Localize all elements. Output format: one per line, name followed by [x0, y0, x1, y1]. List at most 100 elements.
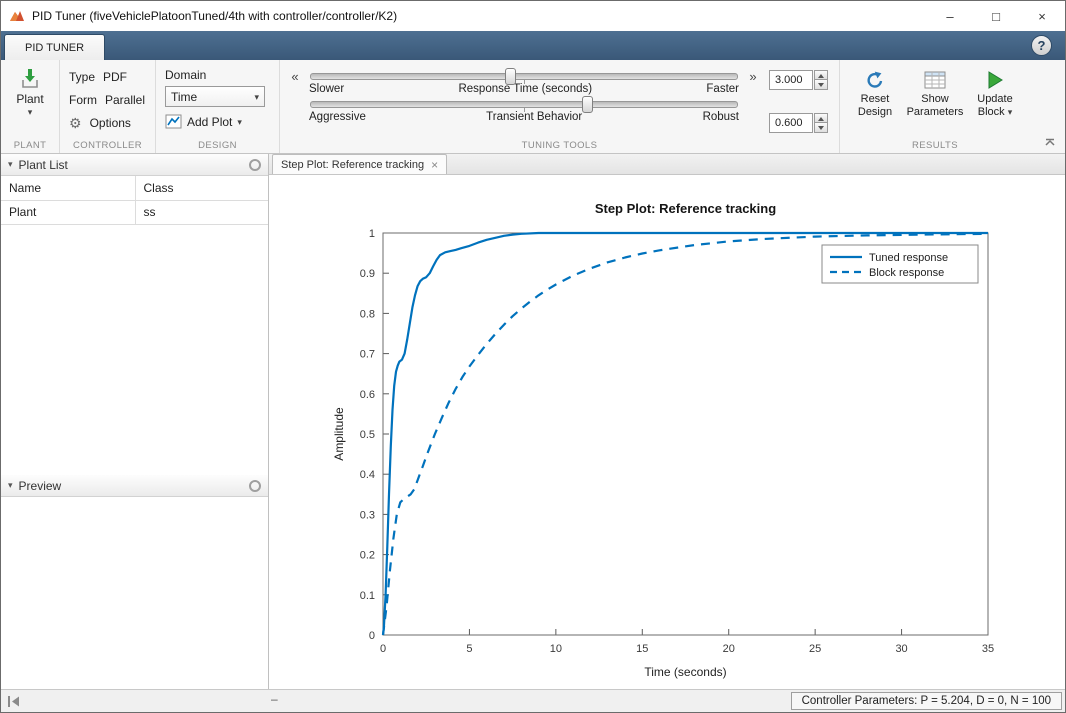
slider-range-left-button[interactable]: « — [287, 65, 303, 84]
slider-range-right-button[interactable]: » — [745, 65, 761, 84]
response-time-slider-labels: Slower Response Time (seconds) Faster — [307, 83, 741, 95]
domain-select[interactable]: Time ▾ — [165, 86, 265, 107]
plant-list-title: Plant List — [19, 158, 249, 172]
response-time-slider[interactable]: Slower Response Time (seconds) Faster — [307, 73, 741, 95]
chart-area: Step Plot: Reference tracking05101520253… — [269, 175, 1065, 689]
aggressive-label: Aggressive — [309, 111, 366, 123]
add-plot-label: Add Plot — [187, 115, 232, 129]
svg-text:30: 30 — [895, 643, 907, 655]
svg-text:0: 0 — [369, 630, 375, 642]
spinner-up-icon[interactable] — [814, 70, 828, 80]
document-tabbar: Step Plot: Reference tracking × — [269, 154, 1065, 175]
plant-import-icon — [18, 68, 42, 90]
svg-text:0.1: 0.1 — [360, 590, 375, 602]
gear-icon: ⚙ — [69, 116, 82, 130]
minimize-button[interactable]: – — [927, 1, 973, 31]
svg-text:25: 25 — [809, 643, 821, 655]
plant-list-header[interactable]: ▾ Plant List — [1, 154, 268, 176]
chevron-down-icon: ▾ — [254, 93, 259, 101]
transient-behavior-label: Transient Behavior — [366, 111, 703, 123]
svg-text:Step Plot: Reference tracking: Step Plot: Reference tracking — [595, 201, 776, 216]
controller-parameters-readout: Controller Parameters: P = 5.204, D = 0,… — [791, 692, 1062, 710]
svg-text:20: 20 — [723, 643, 735, 655]
svg-text:5: 5 — [466, 643, 472, 655]
panel-options-icon[interactable] — [249, 480, 261, 492]
plant-name-cell[interactable]: Plant — [1, 200, 135, 224]
svg-text:0.8: 0.8 — [360, 308, 375, 320]
window-controls: – □ × — [927, 1, 1065, 31]
faster-label: Faster — [706, 83, 739, 95]
reset-design-label: Reset Design — [847, 93, 903, 119]
main-area: ▾ Plant List Name Class Plant ss ▾ Previ… — [1, 154, 1065, 689]
response-time-slider-handle[interactable] — [505, 68, 516, 85]
response-time-label: Response Time (seconds) — [344, 83, 706, 95]
maximize-button[interactable]: □ — [973, 1, 1019, 31]
options-label: Options — [90, 116, 131, 130]
collapse-panel-icon[interactable] — [7, 695, 22, 708]
close-button[interactable]: × — [1019, 1, 1065, 31]
controller-type-dropdown[interactable]: Type PDF — [67, 65, 148, 88]
domain-value: Time — [171, 90, 197, 104]
options-button[interactable]: ⚙ Options — [67, 111, 148, 134]
close-icon[interactable]: × — [431, 158, 438, 172]
plot-panel: Step Plot: Reference tracking × Step Plo… — [269, 154, 1065, 689]
spinner-up-icon[interactable] — [814, 113, 828, 123]
type-value: PDF — [103, 70, 127, 84]
splitter-grip[interactable]: – — [271, 692, 278, 706]
update-block-button[interactable]: Update Block ▾ — [967, 68, 1023, 119]
collapse-triangle-icon[interactable]: ▾ — [8, 159, 13, 170]
section-label-results: RESULTS — [840, 140, 1030, 151]
plant-class-cell[interactable]: ss — [135, 200, 268, 224]
svg-text:35: 35 — [982, 643, 994, 655]
spinner-down-icon[interactable] — [814, 123, 828, 133]
panel-options-icon[interactable] — [249, 159, 261, 171]
reset-design-button[interactable]: Reset Design — [847, 68, 903, 119]
collapse-ribbon-icon[interactable] — [1043, 138, 1057, 147]
window-title: PID Tuner (fiveVehiclePlatoonTuned/4th w… — [32, 9, 927, 23]
transient-behavior-slider-handle[interactable] — [582, 96, 593, 113]
chevron-down-icon: ▾ — [1008, 107, 1013, 117]
svg-text:0.4: 0.4 — [360, 469, 375, 481]
plant-list-table: Name Class Plant ss — [1, 176, 268, 225]
section-label-controller: CONTROLLER — [60, 140, 155, 151]
response-time-slider-track[interactable] — [310, 73, 738, 80]
transient-behavior-value-field[interactable]: 0.600 — [769, 113, 813, 133]
response-time-value-field[interactable]: 3.000 — [769, 70, 813, 90]
transient-behavior-slider[interactable]: Aggressive Transient Behavior Robust — [307, 101, 741, 123]
tab-step-plot[interactable]: Step Plot: Reference tracking × — [272, 154, 447, 174]
svg-text:Amplitude: Amplitude — [332, 407, 346, 461]
section-tuning-tools: « Slower Response Time (seconds) Faster — [279, 60, 839, 153]
plant-list-header-row: Name Class — [1, 176, 268, 200]
title-bar: PID Tuner (fiveVehiclePlatoonTuned/4th w… — [1, 1, 1065, 31]
slower-label: Slower — [309, 83, 344, 95]
show-parameters-button[interactable]: Show Parameters — [907, 68, 963, 119]
preview-title: Preview — [19, 479, 249, 493]
transient-behavior-slider-track[interactable] — [310, 101, 738, 108]
svg-text:15: 15 — [636, 643, 648, 655]
ribbon-toolbar: Plant ▾ PLANT Type PDF Form Parallel ⚙ O… — [1, 60, 1065, 154]
left-panel: ▾ Plant List Name Class Plant ss ▾ Previ… — [1, 154, 269, 689]
controller-form-dropdown[interactable]: Form Parallel — [67, 88, 148, 111]
step-plot-chart: Step Plot: Reference tracking05101520253… — [269, 175, 1065, 689]
spinner-down-icon[interactable] — [814, 80, 828, 90]
collapse-triangle-icon[interactable]: ▾ — [8, 480, 13, 491]
add-plot-icon — [165, 114, 182, 129]
add-plot-button[interactable]: Add Plot ▾ — [163, 111, 272, 132]
update-block-label: Update Block ▾ — [967, 93, 1023, 119]
section-results: Reset Design Show Parameters Update Bloc… — [839, 60, 1030, 153]
plant-button-label: Plant — [16, 92, 43, 106]
table-row[interactable]: Plant ss — [1, 200, 268, 224]
section-label-plant: PLANT — [1, 140, 59, 151]
svg-text:Block response: Block response — [869, 267, 944, 279]
chevron-down-icon: ▾ — [237, 118, 242, 126]
svg-text:1: 1 — [369, 228, 375, 240]
status-bar: – Controller Parameters: P = 5.204, D = … — [1, 689, 1065, 712]
response-time-spinner: 3.000 — [769, 70, 828, 90]
robust-label: Robust — [703, 111, 739, 123]
help-button[interactable]: ? — [1031, 35, 1052, 56]
tuning-spinners: 3.000 0.600 — [769, 70, 828, 133]
preview-header[interactable]: ▾ Preview — [1, 475, 268, 497]
svg-text:0.3: 0.3 — [360, 509, 375, 521]
plant-button[interactable]: Plant ▾ — [8, 65, 52, 116]
tab-pid-tuner[interactable]: PID TUNER — [4, 34, 105, 60]
